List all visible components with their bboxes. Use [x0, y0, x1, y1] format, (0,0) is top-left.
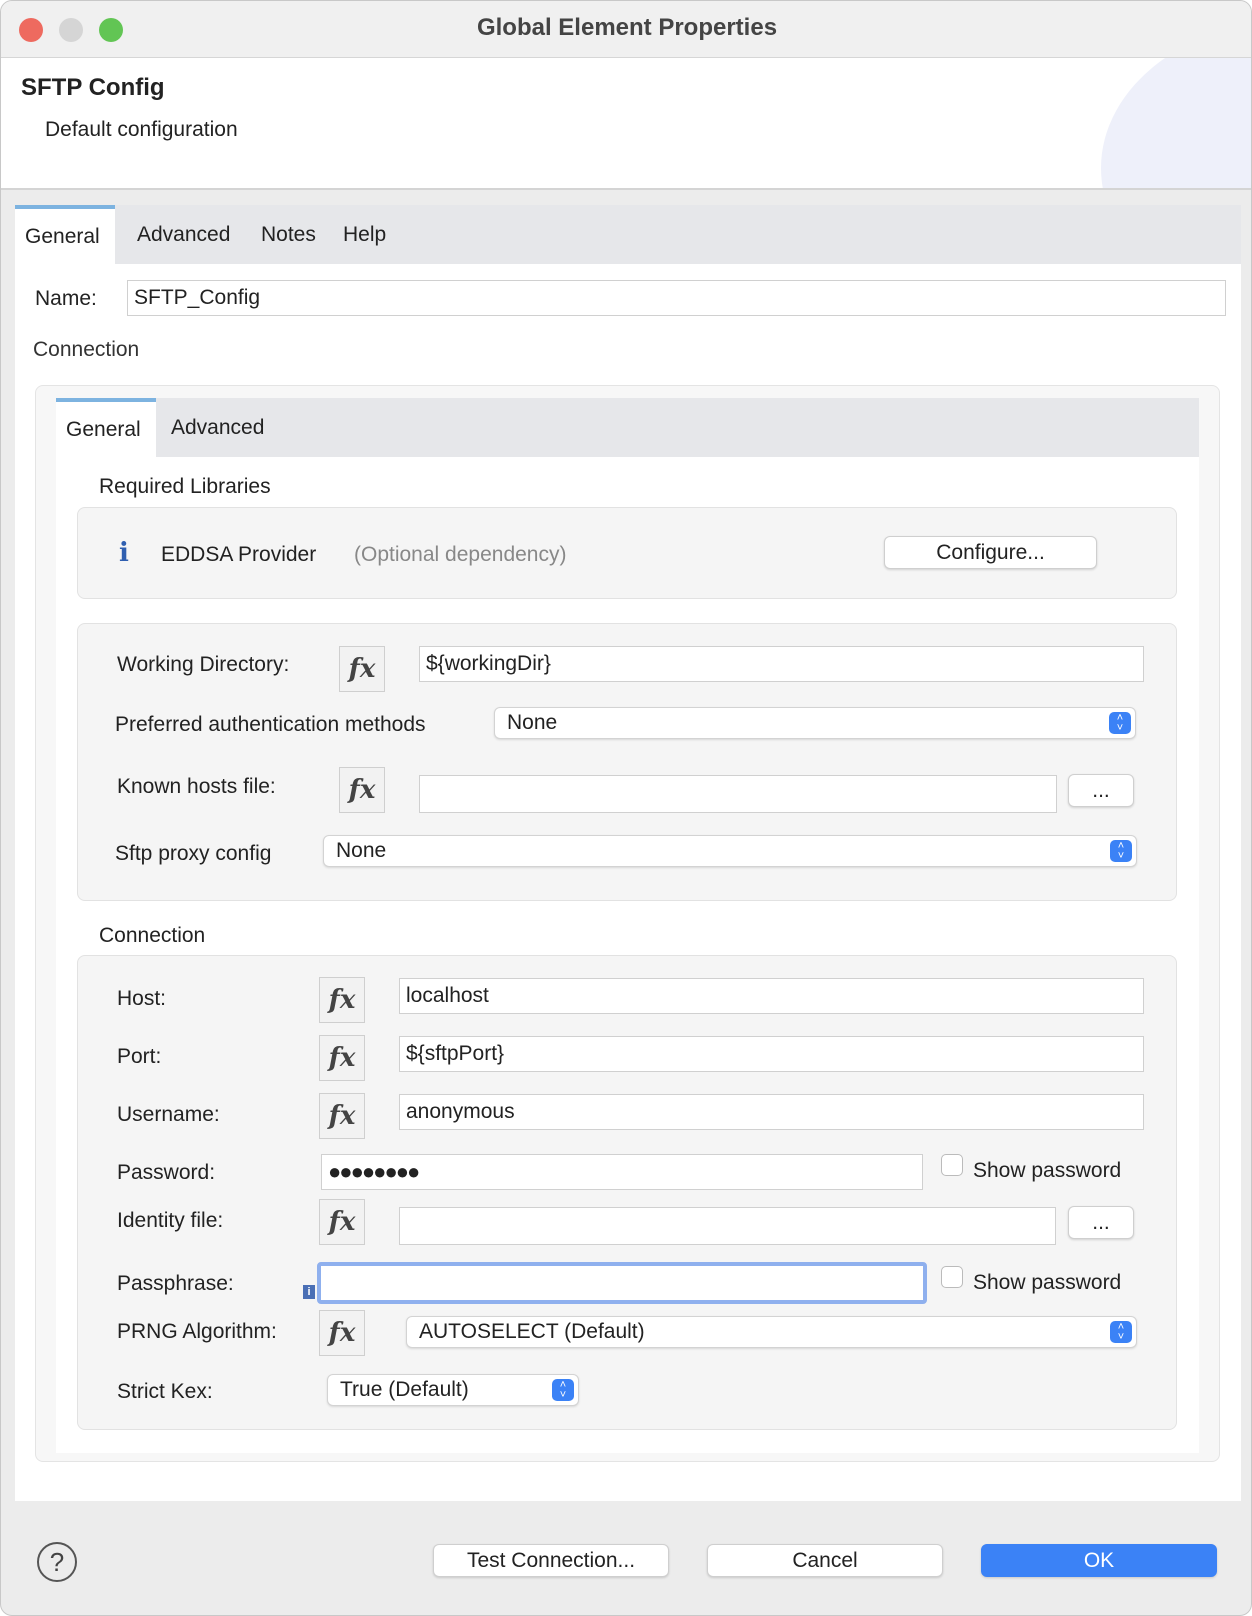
- working-dir-fx-button[interactable]: fx: [339, 646, 385, 692]
- inner-tabs: General Advanced: [56, 398, 1199, 457]
- known-hosts-browse-button[interactable]: ...: [1068, 774, 1134, 807]
- proxy-label: Sftp proxy config: [115, 842, 272, 865]
- known-hosts-label: Known hosts file:: [117, 775, 276, 798]
- tab-help[interactable]: Help: [333, 205, 396, 264]
- known-hosts-input[interactable]: [419, 775, 1057, 813]
- prng-value: AUTOSELECT (Default): [419, 1320, 645, 1343]
- identity-file-fx-button[interactable]: fx: [319, 1199, 365, 1245]
- identity-file-input[interactable]: [399, 1207, 1056, 1245]
- main-tabs: General Advanced Notes Help: [15, 205, 1241, 264]
- window-title: Global Element Properties: [476, 14, 778, 41]
- header: SFTP Config Default configuration: [1, 58, 1251, 190]
- username-label: Username:: [117, 1103, 220, 1126]
- chevron-updown-icon: ˄ ˅: [1110, 840, 1132, 862]
- working-dir-input[interactable]: ${workingDir}: [419, 646, 1144, 682]
- username-input[interactable]: anonymous: [399, 1094, 1144, 1130]
- chevron-updown-icon: ˄ ˅: [1110, 1321, 1132, 1343]
- passphrase-label: Passphrase:: [117, 1272, 234, 1295]
- show-password-checkbox[interactable]: [941, 1154, 963, 1176]
- test-connection-button[interactable]: Test Connection...: [433, 1544, 669, 1577]
- header-title: SFTP Config: [21, 74, 165, 101]
- tab-notes[interactable]: Notes: [251, 205, 326, 264]
- password-input[interactable]: ●●●●●●●●: [321, 1154, 923, 1190]
- chevron-updown-icon: ˄ ˅: [552, 1379, 574, 1401]
- prng-fx-button[interactable]: fx: [319, 1310, 365, 1356]
- host-label: Host:: [117, 987, 167, 1010]
- prng-select[interactable]: AUTOSELECT (Default) ˄ ˅: [406, 1316, 1137, 1348]
- connection-box: [77, 955, 1177, 1430]
- ok-button[interactable]: OK: [981, 1544, 1217, 1577]
- strict-kex-label: Strict Kex:: [117, 1380, 213, 1403]
- username-fx-button[interactable]: fx: [319, 1093, 365, 1139]
- inner-tab-general[interactable]: General: [56, 398, 156, 457]
- library-name: EDDSA Provider: [161, 543, 317, 566]
- info-icon: i: [303, 1285, 315, 1299]
- host-fx-button[interactable]: fx: [319, 977, 365, 1023]
- tab-advanced[interactable]: Advanced: [127, 205, 240, 264]
- cancel-button[interactable]: Cancel: [707, 1544, 943, 1577]
- library-note: (Optional dependency): [354, 543, 567, 566]
- tab-general[interactable]: General: [15, 205, 115, 264]
- proxy-value: None: [336, 839, 387, 862]
- proxy-select[interactable]: None ˄ ˅: [323, 835, 1137, 867]
- identity-file-browse-button[interactable]: ...: [1068, 1206, 1134, 1239]
- strict-kex-select[interactable]: True (Default) ˄ ˅: [327, 1374, 579, 1406]
- connection-subsection-label: Connection: [99, 924, 206, 947]
- header-subtitle: Default configuration: [45, 118, 238, 141]
- show-passphrase-label: Show password: [973, 1271, 1122, 1294]
- auth-methods-select[interactable]: None ˄ ˅: [494, 707, 1136, 739]
- password-label: Password:: [117, 1161, 216, 1184]
- auth-methods-value: None: [507, 711, 558, 734]
- name-input[interactable]: SFTP_Config: [127, 280, 1226, 316]
- info-icon: i: [119, 538, 129, 568]
- configure-button[interactable]: Configure...: [884, 536, 1097, 569]
- auth-methods-label: Preferred authentication methods: [115, 713, 426, 736]
- known-hosts-fx-button[interactable]: fx: [339, 767, 385, 813]
- prng-label: PRNG Algorithm:: [117, 1320, 277, 1343]
- port-fx-button[interactable]: fx: [319, 1035, 365, 1081]
- required-libraries-label: Required Libraries: [99, 475, 271, 498]
- strict-kex-value: True (Default): [340, 1378, 469, 1401]
- passphrase-input[interactable]: [317, 1262, 927, 1304]
- identity-file-label: Identity file:: [117, 1209, 224, 1232]
- inner-tab-advanced[interactable]: Advanced: [161, 398, 274, 457]
- show-password-label: Show password: [973, 1159, 1122, 1182]
- show-passphrase-checkbox[interactable]: [941, 1266, 963, 1288]
- title-bar: Global Element Properties: [1, 1, 1251, 58]
- name-label: Name:: [35, 287, 97, 310]
- dialog-window: Global Element Properties SFTP Config De…: [0, 0, 1252, 1616]
- connection-section-label: Connection: [33, 338, 140, 361]
- chevron-updown-icon: ˄ ˅: [1109, 712, 1131, 734]
- port-input[interactable]: ${sftpPort}: [399, 1036, 1144, 1072]
- help-icon[interactable]: ?: [37, 1542, 77, 1582]
- header-decoration: [1101, 58, 1251, 188]
- working-dir-label: Working Directory:: [117, 653, 290, 676]
- port-label: Port:: [117, 1045, 162, 1068]
- host-input[interactable]: localhost: [399, 978, 1144, 1014]
